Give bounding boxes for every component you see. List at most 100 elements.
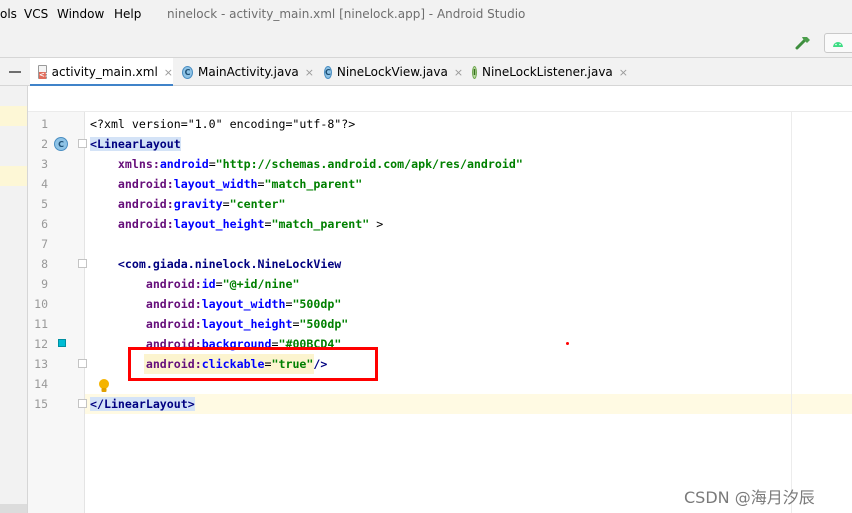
code-line: xmlns:android="http://schemas.android.co…: [90, 154, 523, 174]
code-token: =: [264, 217, 272, 231]
highlight-box: [128, 347, 378, 381]
code-line: <LinearLayout: [90, 134, 181, 154]
close-icon[interactable]: ×: [305, 66, 314, 79]
line-number: 7: [41, 237, 48, 251]
code-token: android:: [145, 277, 202, 291]
menu-window[interactable]: Window: [57, 7, 104, 21]
code-line: android:layout_height="match_parent" >: [90, 214, 383, 234]
code-line: android:gravity="center": [90, 194, 286, 214]
menu-help[interactable]: Help: [114, 7, 141, 21]
line-number: 15: [34, 397, 48, 411]
collapse-minus-icon[interactable]: [9, 71, 21, 73]
java-interface-icon: I: [472, 65, 477, 79]
left-tool-strip: [0, 58, 28, 513]
line-number: 14: [34, 377, 48, 391]
code-token: android:: [117, 177, 174, 191]
line-number: 6: [41, 217, 48, 231]
fold-marker-icon[interactable]: [78, 399, 87, 408]
tab-activity-main-xml[interactable]: activity_main.xml ×: [30, 58, 173, 87]
android-icon: [833, 42, 843, 47]
code-token: layout_height: [173, 217, 265, 231]
code-token: "http://schemas.android.com/apk/res/andr…: [215, 157, 523, 171]
close-icon[interactable]: ×: [619, 66, 628, 79]
code-token: "match_parent": [271, 217, 370, 231]
code-token: "center": [229, 197, 286, 211]
tab-mainactivity-java[interactable]: C MainActivity.java ×: [176, 58, 314, 86]
build-hammer-icon[interactable]: [795, 34, 813, 52]
code-token: android:: [145, 317, 202, 331]
code-token: =: [222, 197, 230, 211]
code-token: =: [257, 177, 265, 191]
caret-line-highlight: [85, 394, 852, 414]
code-token: >: [369, 217, 384, 231]
line-number: 13: [34, 357, 48, 371]
tab-ninelocklistener-java[interactable]: I NineLockListener.java ×: [466, 58, 628, 86]
color-swatch-icon[interactable]: [58, 339, 66, 347]
watermark: CSDN @海月汐辰: [684, 488, 815, 507]
red-dot: [566, 342, 569, 345]
menu-vcs[interactable]: VCS: [24, 7, 48, 21]
code-token: layout_height: [201, 317, 293, 331]
code-token: </LinearLayout>: [90, 397, 195, 411]
code-token: "match_parent": [264, 177, 363, 191]
code-line: android:layout_width="match_parent": [90, 174, 362, 194]
code-token: =: [208, 157, 216, 171]
code-token: <com.giada.ninelock.NineLockView: [117, 257, 342, 271]
tab-label: MainActivity.java: [198, 65, 299, 79]
code-line: android:id="@+id/nine": [90, 274, 300, 294]
code-token: android:: [145, 297, 202, 311]
close-icon[interactable]: ×: [454, 66, 463, 79]
menu-tools[interactable]: ols: [0, 7, 17, 21]
fold-marker-icon[interactable]: [78, 359, 87, 368]
code-token: android:: [117, 217, 174, 231]
run-configuration-selector[interactable]: [824, 33, 852, 53]
close-icon[interactable]: ×: [164, 66, 173, 79]
project-tree-selected-row: [0, 504, 27, 513]
code-token: "500dp": [292, 297, 342, 311]
code-token: <LinearLayout: [90, 137, 181, 151]
code-line: <?xml version="1.0" encoding="utf-8"?>: [90, 114, 355, 134]
code-token: android: [159, 157, 209, 171]
code-token: android:: [117, 197, 174, 211]
fold-marker-icon[interactable]: [78, 259, 87, 268]
tab-label: activity_main.xml: [51, 65, 158, 79]
code-line: android:layout_width="500dp": [90, 294, 341, 314]
java-class-icon: C: [182, 65, 193, 79]
line-number: 10: [34, 297, 48, 311]
line-number: 8: [41, 257, 48, 271]
class-gutter-icon[interactable]: C: [54, 137, 68, 151]
code-token: id: [201, 277, 216, 291]
window-title: ninelock - activity_main.xml [ninelock.a…: [167, 7, 526, 21]
toolbar: [0, 30, 852, 58]
line-number: 4: [41, 177, 48, 191]
tab-ninelockview-java[interactable]: C NineLockView.java ×: [318, 58, 463, 86]
code-token: gravity: [173, 197, 223, 211]
code-token: xmlns:: [117, 157, 160, 171]
line-number: 11: [34, 317, 48, 331]
code-line: <com.giada.ninelock.NineLockView: [90, 254, 341, 274]
code-token: layout_width: [201, 297, 286, 311]
fold-marker-icon[interactable]: [78, 139, 87, 148]
tab-label: NineLockView.java: [336, 65, 448, 79]
menu-bar: ols VCS Window Help ninelock - activity_…: [0, 0, 852, 30]
project-tree-highlight: [0, 166, 27, 186]
line-number: 12: [34, 337, 48, 351]
code-token: <?xml version="1.0" encoding="utf-8"?>: [90, 117, 356, 131]
code-line: </LinearLayout>: [90, 394, 195, 414]
breadcrumb-bar: [28, 86, 852, 112]
line-number: 2: [41, 137, 48, 151]
tab-label: NineLockListener.java: [481, 65, 613, 79]
code-token: layout_width: [173, 177, 258, 191]
line-number: 5: [41, 197, 48, 211]
lightbulb-icon[interactable]: [97, 378, 111, 394]
code-token: =: [215, 277, 223, 291]
right-margin-guide: [791, 112, 792, 513]
